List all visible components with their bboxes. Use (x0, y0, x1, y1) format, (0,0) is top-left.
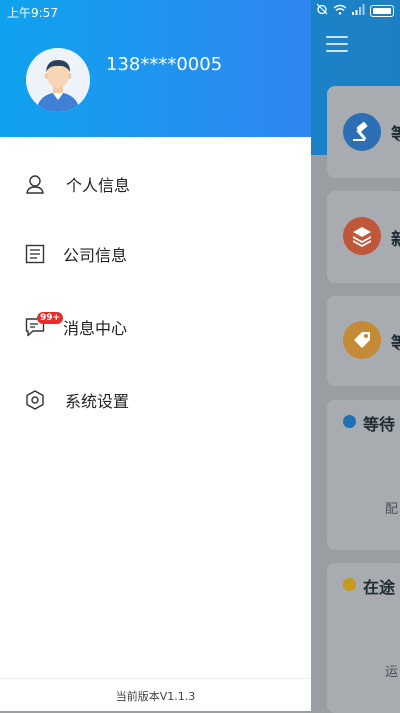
hamburger-menu-icon[interactable] (326, 36, 348, 54)
signal-icon (352, 3, 365, 18)
card-title: 新 (391, 230, 400, 250)
wifi-icon (333, 4, 347, 18)
menu-item-label: 个人信息 (66, 176, 131, 195)
status-time: 上午9:57 (7, 6, 58, 20)
background-card-3[interactable]: 等 (327, 296, 400, 386)
menu-item-personal-info[interactable]: 个人信息 (0, 154, 311, 214)
gavel-icon (343, 113, 381, 151)
navigation-drawer: 138****0005 个人信息 公司信息 消息中心 99+ 系统设置 当前版本… (0, 0, 311, 711)
tag-icon (343, 321, 381, 359)
person-icon (24, 173, 46, 195)
battery-icon (370, 4, 394, 17)
section-sub: 配 (385, 502, 399, 517)
menu-item-company-info[interactable]: 公司信息 (0, 224, 311, 284)
version-label: 当前版本V1.1.3 (115, 690, 196, 703)
menu-item-system-settings[interactable]: 系统设置 (0, 370, 311, 430)
unread-badge: 99+ (37, 312, 64, 324)
box-icon (343, 415, 356, 428)
settings-hexagon-icon (24, 389, 46, 411)
card-title: 等 (391, 334, 400, 354)
card-title: 等 (391, 125, 400, 145)
building-doc-icon (24, 243, 46, 265)
user-phone: 138****0005 (106, 54, 223, 75)
divider (0, 678, 311, 679)
background-card-2[interactable]: 新 (327, 191, 400, 283)
alarm-icon (316, 3, 328, 18)
avatar[interactable] (26, 48, 90, 112)
background-section-waiting: 等待 配 (327, 400, 400, 550)
status-bar: 上午9:57 (0, 0, 400, 22)
section-title: 等待 (363, 415, 396, 434)
background-section-in-transit: 在途 运 (327, 563, 400, 713)
section-sub: 运 (385, 665, 399, 680)
menu-item-label: 消息中心 (63, 319, 128, 338)
location-icon (343, 578, 356, 591)
menu-item-message-center[interactable]: 消息中心 (0, 297, 311, 357)
layers-icon (343, 217, 381, 255)
section-title: 在途 (363, 578, 396, 597)
menu-item-label: 系统设置 (65, 392, 130, 411)
background-card-1[interactable]: 等 (327, 86, 400, 178)
menu-item-label: 公司信息 (63, 246, 128, 265)
